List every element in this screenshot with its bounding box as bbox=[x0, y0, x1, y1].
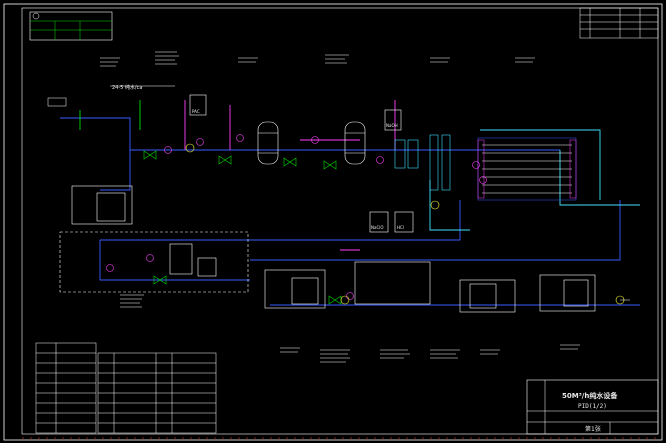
callout-text: 24-5 纯水/ca bbox=[112, 84, 142, 91]
tank-enclosures bbox=[59, 185, 596, 313]
dosing-tank-3: NaClO bbox=[369, 211, 389, 233]
tank-label-3: NaClO bbox=[371, 225, 384, 230]
legend-box-top-left bbox=[29, 11, 113, 41]
tank-label-2: NaOH bbox=[386, 123, 398, 128]
valve-icon bbox=[143, 150, 342, 305]
symbol-legend bbox=[35, 342, 217, 434]
instrument-bubble-icon bbox=[106, 134, 487, 300]
dosing-tank-4: HCl bbox=[394, 211, 414, 233]
drawing-subtitle: PID(1/2) bbox=[578, 403, 607, 410]
vessel-icon bbox=[257, 121, 366, 165]
dosing-tank-2: NaOH bbox=[384, 109, 402, 131]
main-pipe-network bbox=[60, 100, 640, 306]
cartridge-filters bbox=[394, 134, 451, 191]
title-block: 50M³/h纯水设备 PID(1/2) 第1张 bbox=[526, 379, 659, 435]
pid-drawing: PAC NaOH NaClO HCl 24-5 纯水/ca 50M³/h纯水设备… bbox=[3, 3, 663, 441]
callout-tag: 24-5 纯水/ca bbox=[47, 84, 175, 107]
tank-label-1: PAC bbox=[192, 109, 200, 114]
revision-table bbox=[579, 7, 659, 39]
dosing-tank-1: PAC bbox=[189, 94, 207, 116]
tank-label-4: HCl bbox=[397, 225, 404, 230]
note-blocks bbox=[100, 51, 630, 363]
sheet-label: 第1张 bbox=[585, 425, 601, 433]
drawing-frame-outer bbox=[3, 3, 663, 441]
drawing-title: 50M³/h纯水设备 bbox=[562, 391, 618, 400]
membrane-rack-icon bbox=[477, 137, 577, 201]
